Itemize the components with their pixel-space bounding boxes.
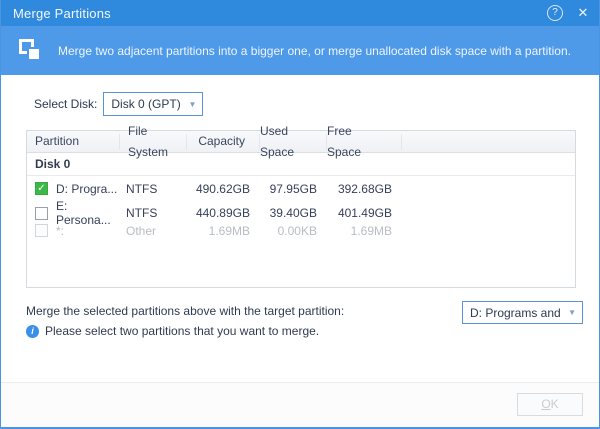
column-header-used-space[interactable]: Used Space <box>260 124 327 159</box>
checkbox-disabled <box>35 224 48 237</box>
column-header-file-system[interactable]: File System <box>120 124 187 159</box>
table-row[interactable]: E: Persona... NTFS 440.89GB 39.40GB 401.… <box>27 199 575 227</box>
target-partition-label: Merge the selected partitions above with… <box>26 304 345 318</box>
table-header-row: Partition File System Capacity Used Spac… <box>27 124 575 159</box>
file-system-cell: NTFS <box>126 181 158 196</box>
file-system-cell: NTFS <box>126 206 158 220</box>
capacity-cell: 440.89GB <box>195 206 250 220</box>
checkbox-checked[interactable]: ✓ <box>35 182 48 195</box>
target-partition-dropdown[interactable]: D: Programs and Install ▼ <box>462 301 583 324</box>
info-message: Please select two partitions that you wa… <box>45 324 320 338</box>
close-icon[interactable]: ✕ <box>575 5 591 21</box>
header-band: Merge two adjacent partitions into a big… <box>1 26 599 75</box>
merge-partitions-dialog: Merge Partitions ? ✕ Merge two adjacent … <box>0 0 600 429</box>
disk-select-dropdown[interactable]: Disk 0 (GPT) ▼ <box>103 92 204 116</box>
chevron-down-icon: ▼ <box>568 308 576 317</box>
table-row[interactable]: ✓ D: Progra... NTFS 490.62GB 97.95GB 392… <box>27 178 575 199</box>
chevron-down-icon: ▼ <box>188 99 197 109</box>
partition-name-cell: ✓ D: Progra... <box>27 182 120 196</box>
column-header-partition[interactable]: Partition <box>27 133 120 150</box>
checkbox-unchecked[interactable] <box>35 206 48 220</box>
partition-name: *: <box>56 223 65 238</box>
titlebar: Merge Partitions ? ✕ <box>1 0 599 26</box>
partition-name: D: Progra... <box>56 181 118 196</box>
free-space-cell: 1.69MB <box>350 223 392 238</box>
partition-name-cell: *: <box>27 224 120 238</box>
capacity-cell: 1.69MB <box>208 223 250 238</box>
column-header-free-space[interactable]: Free Space <box>327 124 402 159</box>
dialog-content: Select Disk: Disk 0 (GPT) ▼ Partition Fi… <box>1 75 599 382</box>
merge-partitions-icon <box>19 38 43 63</box>
file-system-cell: Other <box>126 223 157 238</box>
column-header-capacity[interactable]: Capacity <box>187 133 260 150</box>
titlebar-controls: ? ✕ <box>547 5 599 21</box>
check-icon: ✓ <box>37 183 46 194</box>
free-space-cell: 401.49GB <box>337 206 392 220</box>
table-row: *: Other 1.69MB 0.00KB 1.69MB <box>27 220 575 241</box>
info-message-row: i Please select two partitions that you … <box>26 324 319 338</box>
dialog-footer: OK <box>1 382 599 427</box>
used-space-cell: 0.00KB <box>277 223 317 238</box>
free-space-cell: 392.68GB <box>337 181 392 196</box>
dialog-description: Merge two adjacent partitions into a big… <box>58 43 571 58</box>
ok-button[interactable]: OK <box>517 393 583 416</box>
disk-select-row: Select Disk: Disk 0 (GPT) ▼ <box>34 92 204 116</box>
target-partition-value: D: Programs and Install <box>470 305 564 320</box>
capacity-cell: 490.62GB <box>195 181 250 196</box>
info-icon: i <box>26 324 39 338</box>
column-header-filler <box>402 134 575 150</box>
disk-group-label: Disk 0 <box>35 157 71 171</box>
used-space-cell: 39.40GB <box>269 206 317 220</box>
window-title: Merge Partitions <box>13 5 111 21</box>
help-icon[interactable]: ? <box>547 5 563 21</box>
disk-select-value: Disk 0 (GPT) <box>111 97 181 111</box>
disk-select-label: Select Disk: <box>34 97 98 111</box>
used-space-cell: 97.95GB <box>269 181 317 196</box>
partitions-table: Partition File System Capacity Used Spac… <box>26 124 576 288</box>
